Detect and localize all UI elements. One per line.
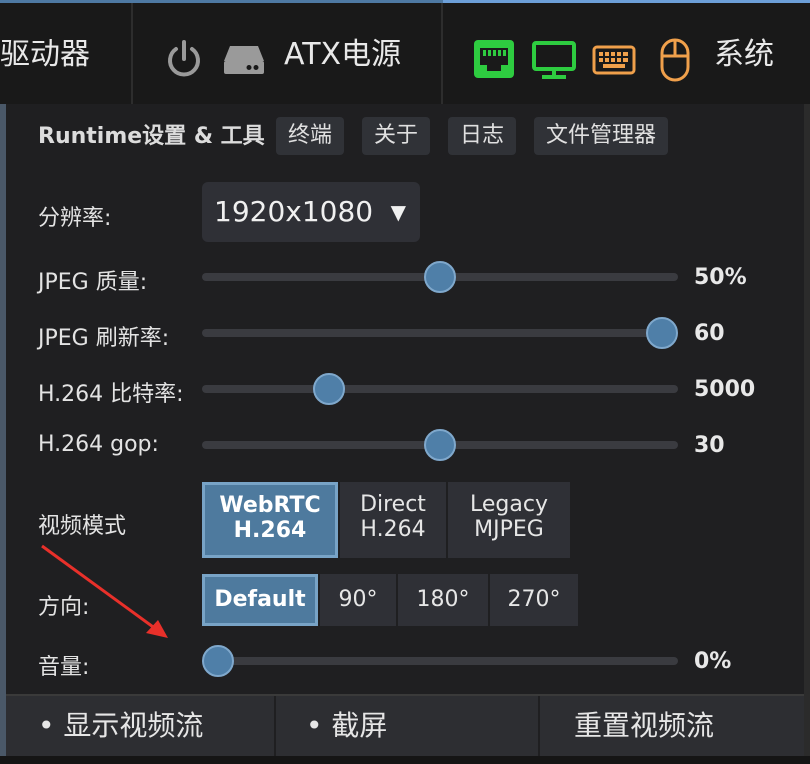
slider-thumb[interactable]: [424, 261, 456, 293]
option-line: WebRTC: [219, 493, 321, 518]
show-stream-button[interactable]: • 显示视频流: [6, 696, 274, 756]
monitor-icon[interactable]: [532, 41, 576, 81]
panel-bottom-edge: [0, 756, 810, 764]
tab-terminal[interactable]: 终端: [276, 117, 345, 155]
option-line: H.264: [360, 517, 426, 542]
annotation-arrow-icon: [41, 544, 168, 638]
orientation-90-button[interactable]: 90°: [320, 574, 396, 626]
tab-log[interactable]: 日志: [448, 117, 517, 155]
slider-thumb[interactable]: [424, 429, 456, 461]
tab-about[interactable]: 关于: [362, 117, 431, 155]
reset-stream-button[interactable]: 重置视频流: [540, 696, 804, 756]
menu-separator: [131, 3, 133, 107]
jpeg-quality-label: JPEG 质量:: [38, 270, 148, 295]
option-line: H.264: [233, 518, 307, 543]
volume-value: 0%: [694, 649, 732, 674]
h264-bitrate-label: H.264 比特率:: [38, 382, 184, 407]
network-icon[interactable]: [473, 39, 515, 79]
orientation-270-button[interactable]: 270°: [490, 574, 578, 626]
menu-drives[interactable]: 驱动器: [0, 3, 128, 107]
power-icon[interactable]: [164, 39, 204, 79]
menu-system[interactable]: 系统: [714, 3, 774, 107]
h264-bitrate-value: 5000: [694, 377, 756, 402]
tab-file-manager[interactable]: 文件管理器: [534, 117, 669, 155]
volume-slider[interactable]: [202, 645, 678, 677]
resolution-select[interactable]: 1920x1080 ▼: [202, 182, 420, 242]
keyboard-icon[interactable]: [592, 45, 636, 75]
video-mode-webrtc-button[interactable]: WebRTC H.264: [202, 482, 338, 558]
option-line: MJPEG: [474, 517, 544, 542]
volume-label: 音量:: [38, 655, 90, 680]
h264-gop-slider[interactable]: [202, 429, 678, 461]
top-menu-bar: 驱动器 ATX电源 系统: [0, 0, 810, 107]
screenshot-button[interactable]: • 截屏: [276, 696, 538, 756]
jpeg-fps-label: JPEG 刷新率:: [38, 326, 170, 351]
slider-thumb[interactable]: [646, 317, 678, 349]
chevron-down-icon: ▼: [390, 200, 406, 224]
video-mode-legacy-button[interactable]: Legacy MJPEG: [448, 482, 570, 558]
menu-separator: [441, 3, 443, 107]
slider-thumb[interactable]: [313, 373, 345, 405]
video-mode-label: 视频模式: [38, 514, 127, 539]
orientation-180-button[interactable]: 180°: [398, 574, 488, 626]
slider-thumb[interactable]: [202, 645, 234, 677]
jpeg-quality-slider[interactable]: [202, 261, 678, 293]
option-line: Legacy: [470, 492, 548, 517]
h264-bitrate-slider[interactable]: [202, 373, 678, 405]
jpeg-fps-slider[interactable]: [202, 317, 678, 349]
panel-title: Runtime设置 & 工具: [38, 124, 265, 149]
h264-gop-value: 30: [694, 433, 725, 458]
video-mode-direct-button[interactable]: Direct H.264: [340, 482, 446, 558]
jpeg-fps-value: 60: [694, 321, 725, 346]
option-line: Direct: [360, 492, 426, 517]
jpeg-quality-value: 50%: [694, 265, 747, 290]
orientation-default-button[interactable]: Default: [202, 574, 318, 626]
resolution-value: 1920x1080: [214, 195, 374, 228]
mouse-icon[interactable]: [660, 38, 690, 82]
resolution-label: 分辨率:: [38, 206, 112, 231]
drive-icon[interactable]: [222, 43, 266, 77]
h264-gop-label: H.264 gop:: [38, 432, 159, 457]
menu-atx-power[interactable]: ATX电源: [284, 3, 401, 107]
